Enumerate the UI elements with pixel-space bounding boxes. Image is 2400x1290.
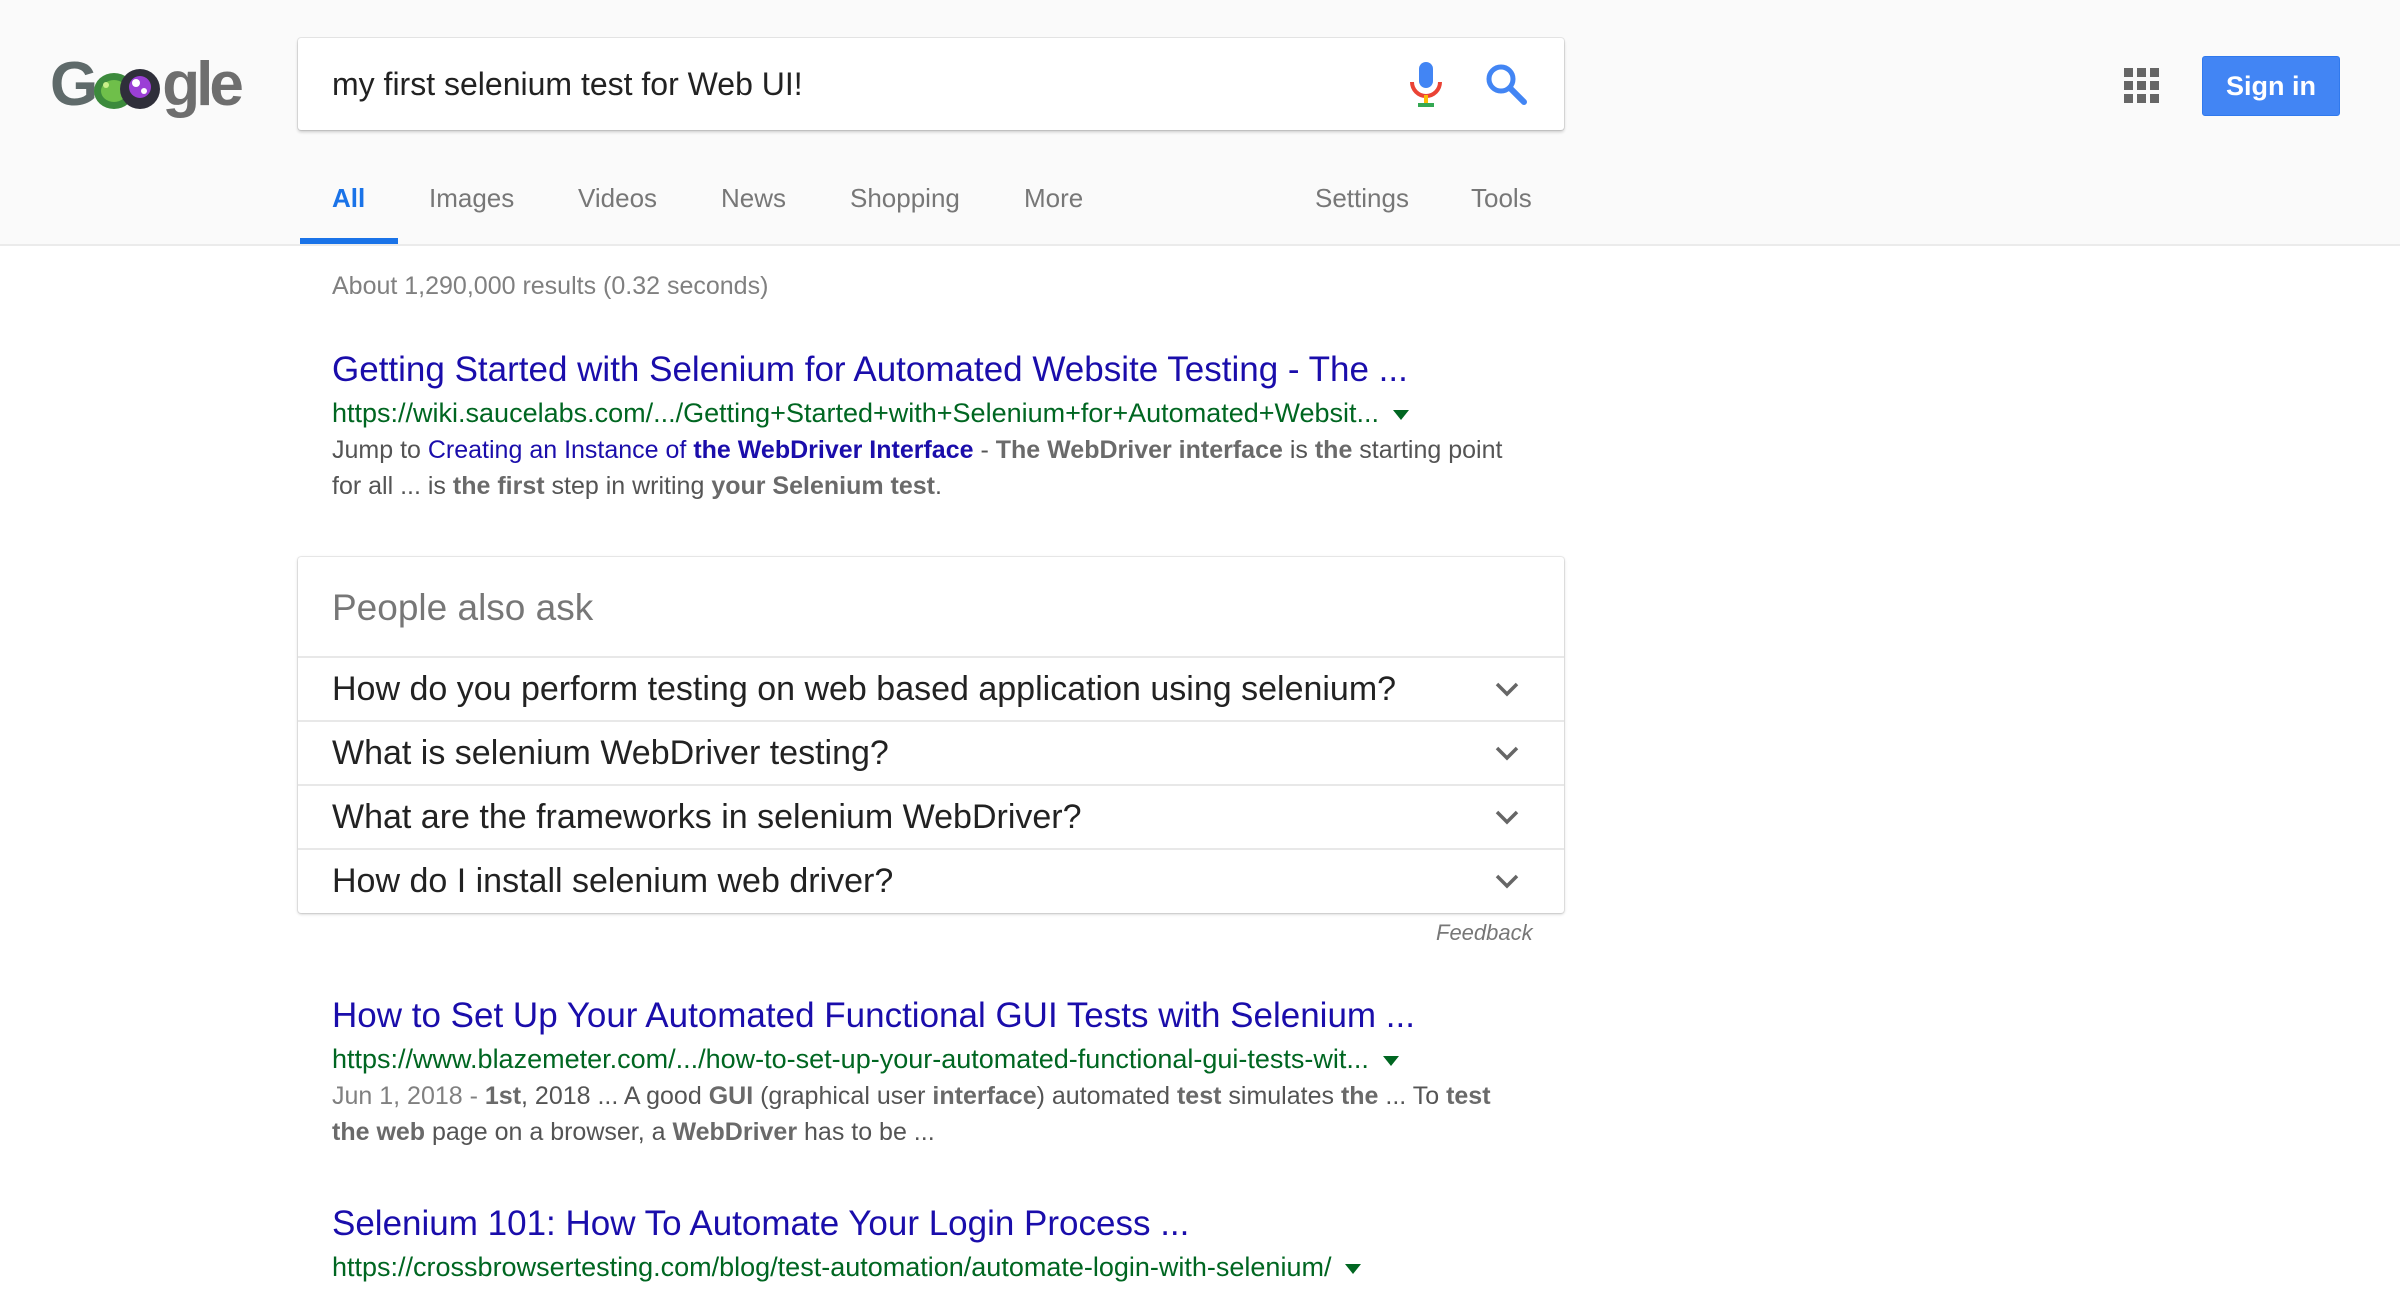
- search-result: Selenium 101: How To Automate Your Login…: [332, 1200, 1532, 1286]
- tab-images[interactable]: Images: [429, 178, 514, 218]
- chevron-down-icon[interactable]: [1494, 744, 1520, 762]
- paa-question-row[interactable]: How do you perform testing on web based …: [298, 656, 1564, 720]
- result-stats: About 1,290,000 results (0.32 seconds): [332, 272, 769, 300]
- tab-more[interactable]: More: [1024, 178, 1083, 218]
- paa-question-row[interactable]: What is selenium WebDriver testing?: [298, 720, 1564, 784]
- tab-all[interactable]: All: [332, 178, 365, 218]
- search-input[interactable]: [332, 38, 1332, 130]
- result-title-link[interactable]: Selenium 101: How To Automate Your Login…: [332, 1200, 1532, 1248]
- search-result: Getting Started with Selenium for Automa…: [332, 346, 1532, 504]
- search-box[interactable]: [298, 38, 1564, 130]
- tab-tools[interactable]: Tools: [1471, 178, 1532, 218]
- feedback-link[interactable]: Feedback: [1436, 920, 1533, 946]
- sign-in-button[interactable]: Sign in: [2202, 56, 2340, 116]
- search-result: How to Set Up Your Automated Functional …: [332, 992, 1532, 1150]
- active-tab-indicator: [300, 238, 398, 244]
- result-snippet: Jun 1, 2018 - 1st, 2018 ... A good GUI (…: [332, 1082, 1491, 1146]
- doodle-icon: [94, 68, 161, 109]
- grid-apps-icon[interactable]: [2124, 68, 2160, 104]
- search-icon[interactable]: [1484, 62, 1528, 106]
- tab-shopping[interactable]: Shopping: [850, 178, 960, 218]
- jump-to-link[interactable]: Creating an Instance of the WebDriver In…: [428, 436, 974, 464]
- tab-news[interactable]: News: [721, 178, 786, 218]
- paa-question-row[interactable]: What are the frameworks in selenium WebD…: [298, 784, 1564, 848]
- result-title-link[interactable]: Getting Started with Selenium for Automa…: [332, 346, 1532, 394]
- people-also-ask-card: People also ask How do you perform testi…: [298, 557, 1564, 913]
- chevron-down-icon[interactable]: [1494, 808, 1520, 826]
- caret-down-icon[interactable]: [1382, 1055, 1399, 1066]
- result-url: https://crossbrowsertesting.com/blog/tes…: [332, 1248, 1532, 1286]
- caret-down-icon[interactable]: [1393, 409, 1410, 420]
- result-snippet: Jump to Creating an Instance of the WebD…: [332, 436, 1503, 500]
- mic-icon[interactable]: [1406, 60, 1446, 108]
- header-bar: G gle Sign in All Images: [0, 0, 2400, 246]
- paa-question-row[interactable]: How do I install selenium web driver?: [298, 848, 1564, 912]
- chevron-down-icon[interactable]: [1494, 872, 1520, 890]
- google-doodle-logo[interactable]: G gle: [50, 50, 250, 120]
- chevron-down-icon[interactable]: [1494, 680, 1520, 698]
- people-also-ask-heading: People also ask: [332, 587, 594, 628]
- tab-videos[interactable]: Videos: [578, 178, 657, 218]
- result-title-link[interactable]: How to Set Up Your Automated Functional …: [332, 992, 1532, 1040]
- tab-settings[interactable]: Settings: [1315, 178, 1409, 218]
- result-url: https://wiki.saucelabs.com/.../Getting+S…: [332, 394, 1532, 432]
- caret-down-icon[interactable]: [1345, 1263, 1362, 1274]
- result-url: https://www.blazemeter.com/.../how-to-se…: [332, 1040, 1532, 1078]
